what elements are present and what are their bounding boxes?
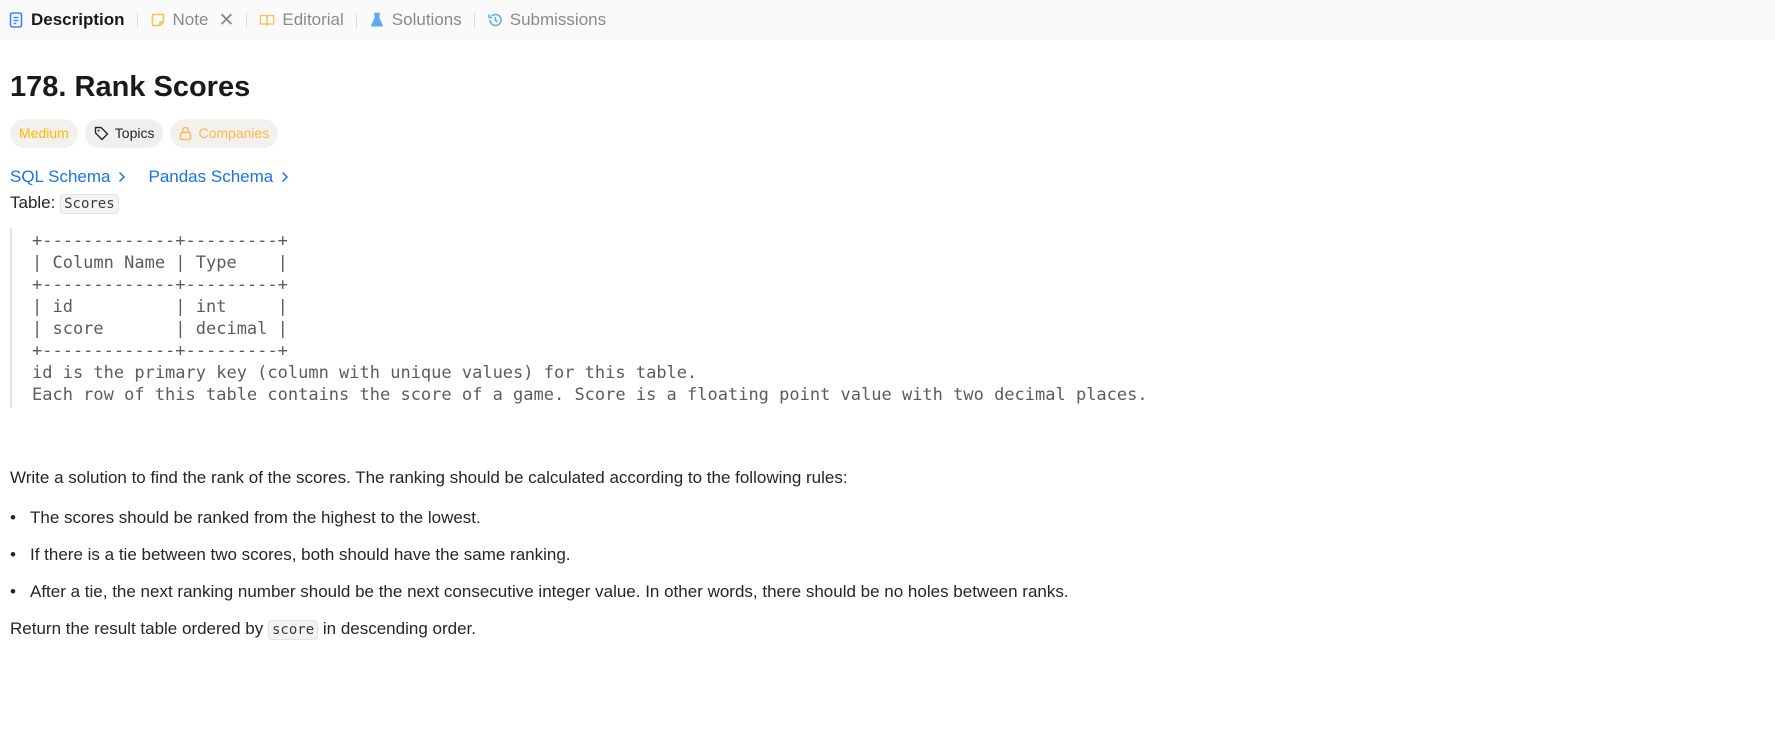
tab-description-label: Description (31, 10, 125, 29)
problem-tags: Medium Topics Companies (10, 118, 1765, 148)
return-prefix: Return the result table ordered by (10, 618, 268, 638)
lock-icon (179, 126, 192, 141)
problem-statement: Write a solution to find the rank of the… (10, 467, 848, 487)
tab-description[interactable]: Description (8, 0, 125, 40)
topics-button[interactable]: Topics (84, 118, 164, 148)
tag-icon (94, 126, 109, 141)
note-icon (150, 12, 166, 28)
history-icon (487, 12, 503, 28)
tab-editorial-label: Editorial (282, 10, 344, 29)
topics-label: Topics (114, 125, 155, 142)
table-name-code: Scores (60, 193, 119, 214)
list-item: • If there is a tie between two scores, b… (10, 543, 1765, 567)
table-name-line: Table: Scores (10, 192, 1765, 214)
schema-links: SQL Schema Pandas Schema (10, 167, 1765, 187)
problem-description: 178. Rank Scores Medium Topics Companies… (0, 40, 1775, 642)
flask-icon (369, 12, 385, 28)
list-item: • After a tie, the next ranking number sh… (10, 580, 1765, 604)
bullet: • (10, 581, 16, 601)
companies-label: Companies (198, 125, 270, 142)
return-suffix: in descending order. (318, 618, 476, 638)
table-prefix: Table: (10, 192, 61, 212)
tab-divider (355, 12, 357, 28)
tab-note[interactable]: Note ✕ (150, 0, 234, 40)
close-icon[interactable]: ✕ (218, 11, 234, 30)
sql-schema-link[interactable]: SQL Schema (10, 167, 126, 187)
tab-solutions-label: Solutions (391, 10, 462, 29)
return-statement: Return the result table ordered by score… (10, 617, 1765, 642)
companies-button[interactable]: Companies (170, 118, 279, 148)
book-icon (259, 12, 275, 28)
chevron-right-icon (281, 171, 289, 183)
tab-divider (246, 12, 248, 28)
pandas-schema-link[interactable]: Pandas Schema (148, 167, 289, 187)
score-code: score (267, 619, 319, 640)
tab-solutions[interactable]: Solutions (369, 0, 462, 40)
rule-text: The scores should be ranked from the hig… (30, 507, 481, 527)
sql-schema-label: SQL Schema (10, 166, 111, 186)
rules-list: • The scores should be ranked from the hi… (10, 506, 1765, 604)
rule-text: After a tie, the next ranking number sho… (30, 581, 1069, 601)
pandas-schema-label: Pandas Schema (148, 166, 274, 186)
tab-note-label: Note (172, 10, 209, 29)
tab-submissions[interactable]: Submissions (487, 0, 606, 40)
tab-submissions-label: Submissions (509, 10, 607, 29)
tab-divider (136, 12, 138, 28)
list-item: • The scores should be ranked from the hi… (10, 506, 1765, 530)
description-icon (8, 12, 24, 28)
schema-code-block: +-------------+---------+ | Column Name … (10, 227, 1765, 408)
difficulty-badge: Medium (10, 118, 78, 148)
problem-title: 178. Rank Scores (10, 71, 251, 103)
bullet: • (10, 544, 16, 564)
tab-divider (473, 12, 475, 28)
chevron-right-icon (118, 171, 126, 183)
tab-editorial[interactable]: Editorial (259, 0, 344, 40)
tab-bar: Description Note ✕ Editorial Solutions S… (0, 0, 1775, 40)
bullet: • (10, 507, 16, 527)
rule-text: If there is a tie between two scores, bo… (30, 544, 571, 564)
